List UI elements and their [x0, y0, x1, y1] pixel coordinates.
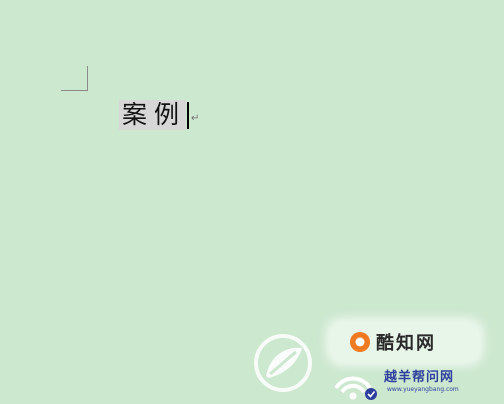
page-margin-corner-marker: [61, 66, 88, 91]
paragraph-mark: ↵: [191, 112, 200, 124]
watermark-bottom-title: 越羊帮问网: [384, 370, 455, 385]
watermark-bottom-url: www.yueyangbang.com: [387, 386, 459, 393]
text-line[interactable]: 案例 ↵: [119, 100, 199, 130]
text-cursor: [187, 101, 190, 129]
white-leaf-logo-icon: [252, 332, 314, 394]
watermark-badge: 酷知网: [330, 322, 480, 362]
wifi-signal-logo-icon: [330, 366, 380, 400]
orange-circle-logo-icon: [348, 330, 372, 354]
watermark-bottom: 越羊帮问网 www.yueyangbang.com: [330, 362, 500, 400]
selected-text[interactable]: 案例: [119, 100, 187, 130]
watermark-badge-text: 酷知网: [376, 333, 436, 354]
